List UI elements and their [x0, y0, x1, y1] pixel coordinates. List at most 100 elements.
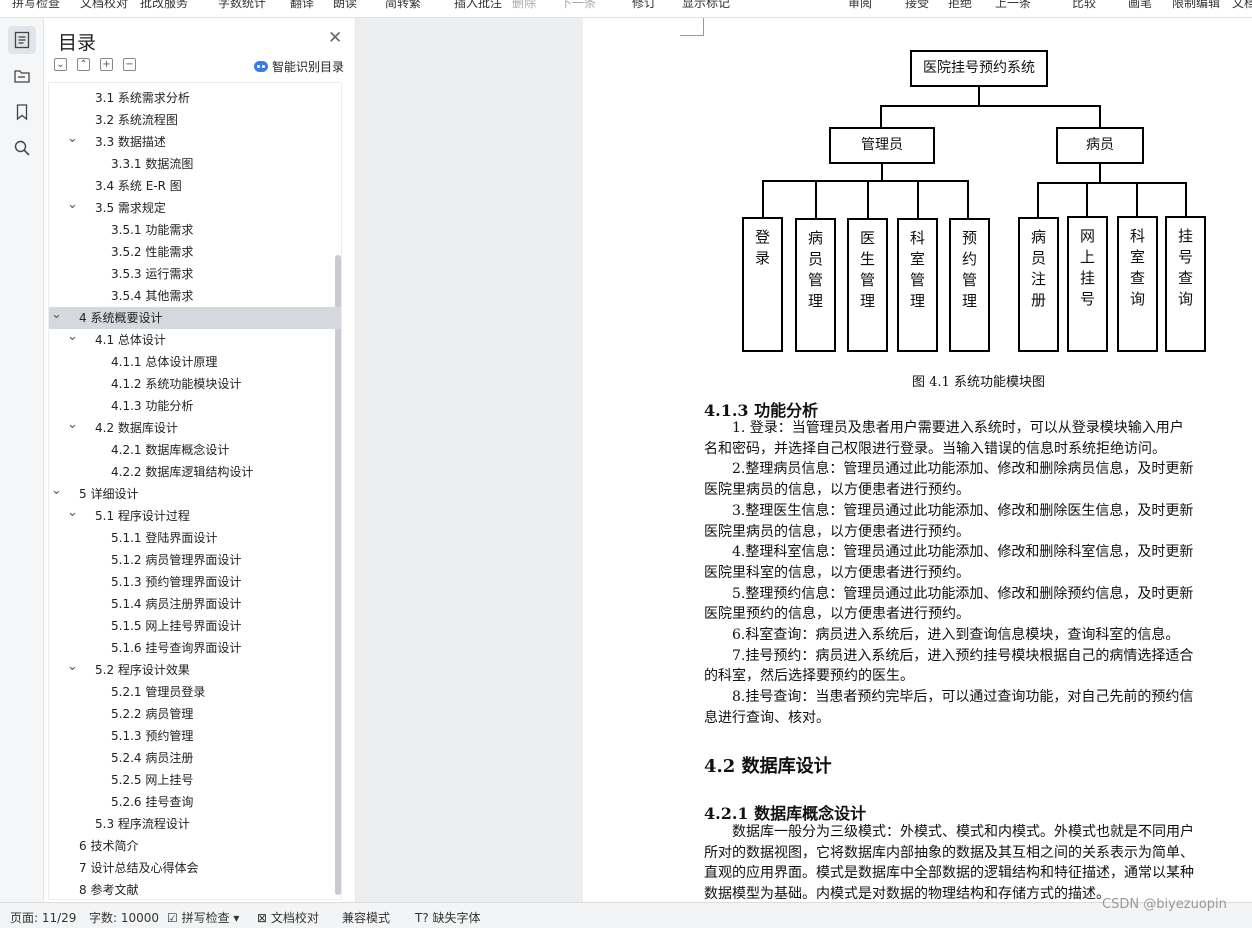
ribbon-reject[interactable]: 拒绝 [948, 0, 972, 11]
toc-item[interactable]: ⌄ 5.2 程序设计效果 [49, 659, 341, 681]
toc-item[interactable]: 4.1.1 总体设计原理 [49, 351, 341, 373]
chevron-down-icon[interactable]: ⌄ [51, 307, 62, 329]
admin-module-label: 病员管理 [806, 230, 824, 314]
toc-item[interactable]: 7 设计总结及心得体会 [49, 857, 341, 879]
toc-item[interactable]: 5.2.6 挂号查询 [49, 791, 341, 813]
toc-item[interactable]: 5.2.2 病员管理 [49, 703, 341, 725]
ribbon-restrict-edit[interactable]: 限制编辑 [1172, 0, 1220, 11]
toc-item[interactable]: 5.3 程序流程设计 [49, 813, 341, 835]
toc-item[interactable]: 3.3.1 数据流图 [49, 153, 341, 175]
toc-item[interactable]: 5.1.5 网上挂号界面设计 [49, 615, 341, 637]
page-indicator[interactable]: 页面: 11/29 [10, 909, 76, 926]
heading-4-2-1: 4.2.1 数据库概念设计 [704, 804, 867, 823]
toc-item[interactable]: 4.1.2 系统功能模块设计 [49, 373, 341, 395]
toc-item[interactable]: 3.5.3 运行需求 [49, 263, 341, 285]
chevron-down-icon[interactable]: ⌄ [67, 417, 78, 439]
toc-item[interactable]: 3.5.2 性能需求 [49, 241, 341, 263]
ribbon-review[interactable]: 审阅 [848, 0, 872, 11]
toc-item[interactable]: 5.2.5 网上挂号 [49, 769, 341, 791]
ribbon-delete[interactable]: 删除 [512, 0, 536, 11]
expand-icon[interactable]: ⌃ [77, 58, 90, 71]
body-text-line: 6.科室查询：病员进入系统后，进入到查询信息模块，查询科室的信息。 [704, 627, 1180, 643]
toc-item[interactable]: 5.1.2 病员管理界面设计 [49, 549, 341, 571]
chevron-down-icon[interactable]: ⌄ [67, 197, 78, 219]
toc-item[interactable]: 3.4 系统 E-R 图 [49, 175, 341, 197]
toc-item[interactable]: ⌄ 3.5 需求规定 [49, 197, 341, 219]
chevron-down-icon[interactable]: ⌄ [51, 483, 62, 505]
toc-item[interactable]: 4.1.3 功能分析 [49, 395, 341, 417]
outline-panel-button[interactable] [8, 62, 36, 90]
proofread-status[interactable]: ⊠ 文档校对 [257, 909, 319, 926]
toc-item-label: 5.1.2 病员管理界面设计 [111, 553, 242, 567]
diagram-line [867, 181, 869, 219]
toc-item[interactable]: 6 技术简介 [49, 835, 341, 857]
checkbox-icon: ☑ [167, 911, 182, 925]
close-icon[interactable]: ✕ [328, 28, 342, 48]
ribbon-show-markup[interactable]: 显示标记 [682, 0, 730, 11]
proofread-icon: ⊠ [257, 911, 271, 925]
toc-item[interactable]: 3.5.4 其他需求 [49, 285, 341, 307]
toc-item[interactable]: 8 参考文献 [49, 879, 341, 899]
ribbon-prev-change[interactable]: 上一条 [995, 0, 1031, 11]
toc-item[interactable]: ⌄ 4 系统概要设计 [49, 307, 341, 329]
bookmark-panel-button[interactable] [8, 98, 36, 126]
diagram-line [881, 164, 883, 181]
body-text-line: 1. 登录：当管理员及患者用户需要进入系统时，可以从登录模块输入用户 [704, 420, 1184, 436]
toc-item[interactable]: 5.1.1 登陆界面设计 [49, 527, 341, 549]
chevron-down-icon[interactable]: ⌄ [67, 659, 78, 681]
toc-item[interactable]: ⌄ 5 详细设计 [49, 483, 341, 505]
ribbon-spellcheck[interactable]: 拼写检查 [12, 0, 60, 11]
toc-item[interactable]: ⌄ 4.1 总体设计 [49, 329, 341, 351]
ribbon-compare[interactable]: 比较 [1072, 0, 1096, 11]
toc-item[interactable]: ⌄ 4.2 数据库设计 [49, 417, 341, 439]
admin-module-box: 登录 [742, 217, 783, 352]
ribbon-review-service[interactable]: 批改服务 [140, 0, 188, 11]
toc-item[interactable]: 5.1.3 预约管理界面设计 [49, 571, 341, 593]
missing-font-status[interactable]: T? 缺失字体 [415, 909, 481, 926]
toc-item-label: 5.2.1 管理员登录 [111, 685, 206, 699]
chevron-down-icon[interactable]: ⌄ [67, 505, 78, 527]
ribbon-read-aloud[interactable]: 朗读 [333, 0, 357, 11]
spellcheck-status[interactable]: ☑ 拼写检查 ▾ [167, 909, 239, 926]
toc-item-label: 5.2.2 病员管理 [111, 707, 194, 721]
ribbon-track-changes[interactable]: 修订 [632, 0, 656, 11]
toc-item[interactable]: 3.1 系统需求分析 [49, 87, 341, 109]
body-text-line: 医院里病员的信息，以方便患者进行预约。 [704, 523, 970, 540]
toc-panel-button[interactable] [8, 26, 36, 54]
toc-item[interactable]: ⌄ 3.3 数据描述 [49, 131, 341, 153]
patient-module-box: 科室查询 [1117, 216, 1158, 352]
ribbon-next-comment[interactable]: 下一条 [560, 0, 596, 11]
ribbon-insert-comment[interactable]: 插入批注 [454, 0, 502, 11]
word-count[interactable]: 字数: 10000 [89, 909, 159, 926]
toc-item[interactable]: 5.2.1 管理员登录 [49, 681, 341, 703]
admin-module-box: 科室管理 [897, 218, 938, 352]
toc-item[interactable]: 5.1.4 病员注册界面设计 [49, 593, 341, 615]
toc-item[interactable]: ⌄ 5.1 程序设计过程 [49, 505, 341, 527]
chevron-down-icon[interactable]: ⌄ [67, 131, 78, 153]
ribbon-word-count[interactable]: 字数统计 [218, 0, 266, 11]
add-heading-icon[interactable]: + [100, 58, 113, 71]
collapse-icon[interactable]: ⌄ [54, 58, 67, 71]
ribbon-proofread[interactable]: 文档校对 [80, 0, 128, 11]
ribbon-translate[interactable]: 翻译 [290, 0, 314, 11]
toc-item[interactable]: 5.1.6 挂号查询界面设计 [49, 637, 341, 659]
ribbon-simp-trad[interactable]: 简转繁 [385, 0, 421, 11]
patient-module-box: 网上挂号 [1067, 216, 1108, 352]
body-text-line: 2.整理病员信息：管理员通过此功能添加、修改和删除病员信息，及时更新 [704, 461, 1194, 478]
ribbon-accept[interactable]: 接受 [905, 0, 929, 11]
toc-item[interactable]: 4.2.1 数据库概念设计 [49, 439, 341, 461]
toc-item[interactable]: 5.2.4 病员注册 [49, 747, 341, 769]
remove-heading-icon[interactable]: − [123, 58, 136, 71]
ribbon-doc[interactable]: 文档 [1232, 0, 1252, 11]
toc-item[interactable]: 3.2 系统流程图 [49, 109, 341, 131]
toc-item[interactable]: 3.5.1 功能需求 [49, 219, 341, 241]
diagram-line [1136, 183, 1138, 217]
ribbon-pen[interactable]: 画笔 [1128, 0, 1152, 11]
body-text-line: 直观的应用界面。模式是数据库中全部数据的逻辑结构和特征描述，通常以某种 [704, 865, 1194, 882]
toc-item[interactable]: 4.2.2 数据库逻辑结构设计 [49, 461, 341, 483]
chevron-down-icon[interactable]: ⌄ [67, 329, 78, 351]
search-panel-button[interactable] [8, 134, 36, 162]
diagram-line [1185, 183, 1187, 217]
smart-toc-button[interactable]: 智能识别目录 [254, 58, 344, 75]
toc-item[interactable]: 5.1.3 预约管理 [49, 725, 341, 747]
